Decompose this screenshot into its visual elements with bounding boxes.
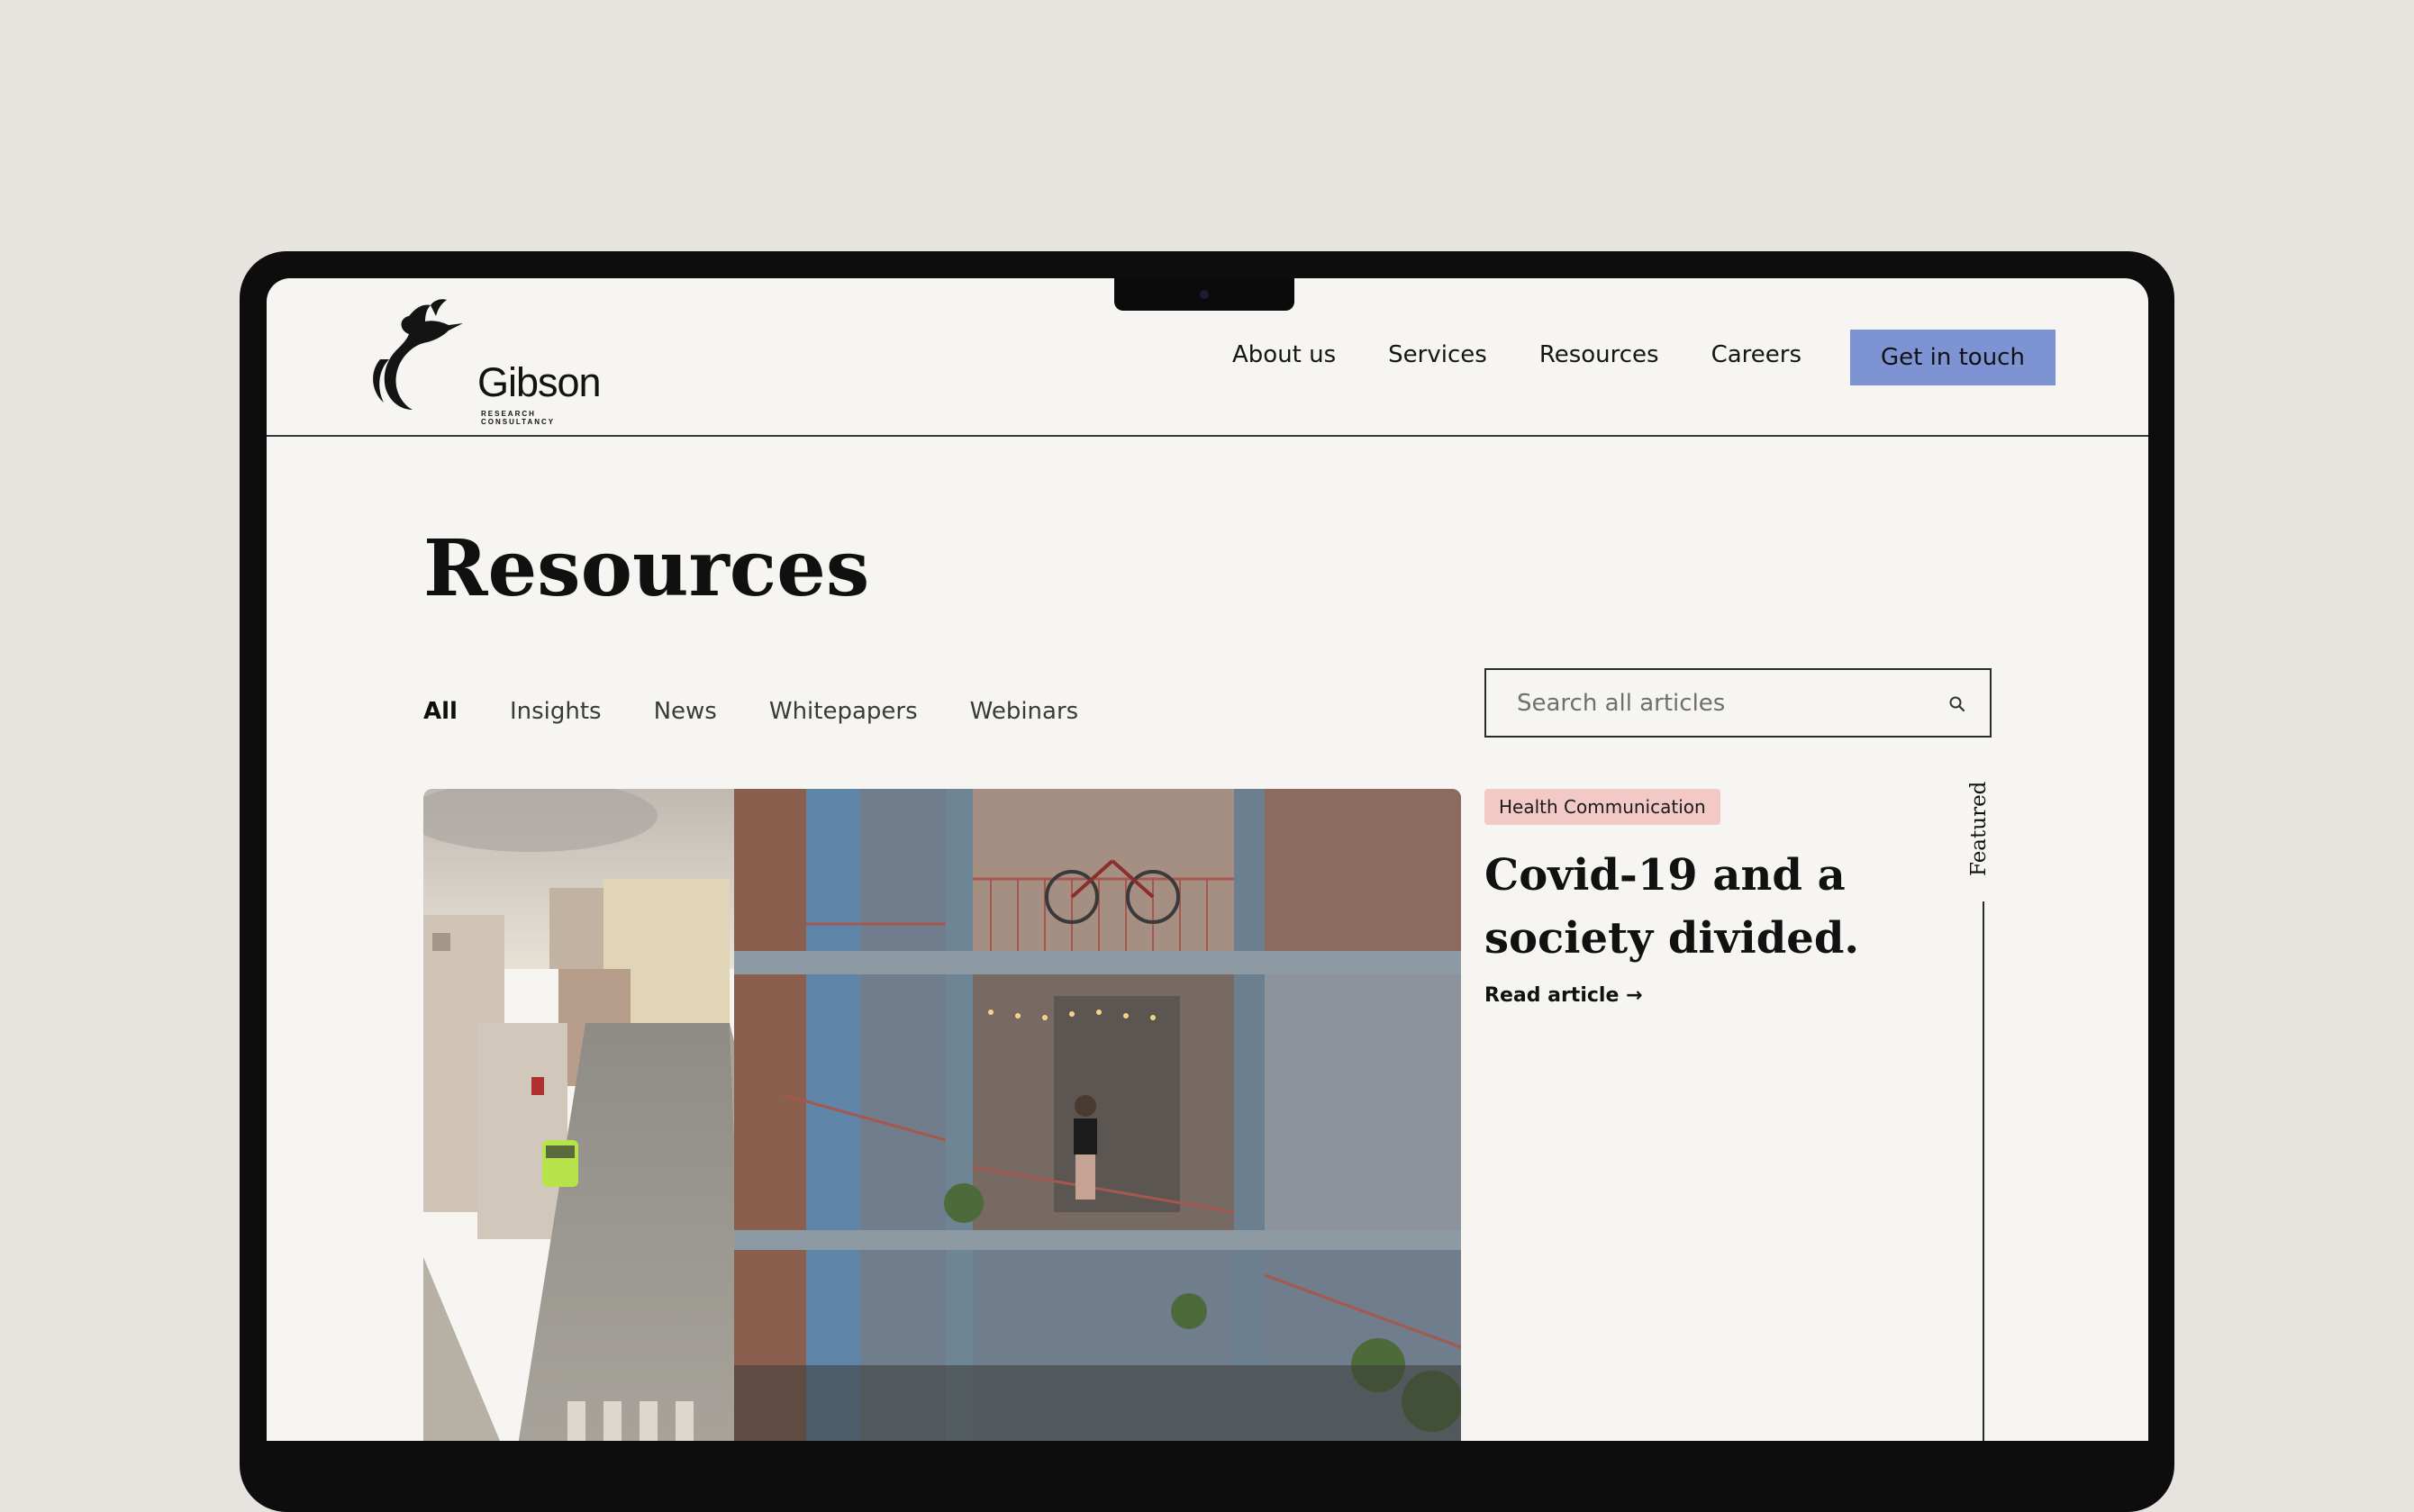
article-title[interactable]: Covid-19 and a society divided. xyxy=(1484,844,1881,970)
street-balcony-photo xyxy=(423,789,1461,1441)
featured-label: Featured xyxy=(1967,781,1991,876)
search-box xyxy=(1484,668,1992,738)
filter-webinars[interactable]: Webinars xyxy=(970,698,1079,725)
filter-whitepapers[interactable]: Whitepapers xyxy=(769,698,918,725)
filter-insights[interactable]: Insights xyxy=(510,698,602,725)
browser-screen: Gibson RESEARCH CONSULTANCY About us Ser… xyxy=(267,278,2148,1441)
page-title: Resources xyxy=(423,523,870,614)
brand-name: Gibson xyxy=(477,359,602,405)
featured-divider xyxy=(1983,901,1984,1441)
read-article-link[interactable]: Read article → xyxy=(1484,984,1642,1007)
search-input[interactable] xyxy=(1486,670,1990,736)
featured-article-image[interactable] xyxy=(423,789,1461,1441)
nav-item-services[interactable]: Services xyxy=(1388,341,1487,368)
filter-all[interactable]: All xyxy=(423,698,458,725)
camera-icon xyxy=(1200,290,1209,299)
article-title-line-2: society divided. xyxy=(1484,913,1860,964)
filter-news[interactable]: News xyxy=(654,698,717,725)
resources-page: Resources All Insights News Whitepapers … xyxy=(267,437,2148,1441)
search-icon[interactable] xyxy=(1947,693,1968,715)
category-tag[interactable]: Health Communication xyxy=(1484,789,1720,825)
main-nav: About us Services Resources Careers xyxy=(1232,341,1854,368)
brand-tagline: RESEARCH CONSULTANCY xyxy=(481,410,556,426)
nav-item-careers[interactable]: Careers xyxy=(1711,341,1801,368)
brand-logo[interactable]: Gibson RESEARCH CONSULTANCY xyxy=(353,298,602,426)
nav-item-about-us[interactable]: About us xyxy=(1232,341,1336,368)
get-in-touch-button[interactable]: Get in touch xyxy=(1850,330,2056,385)
category-filters: All Insights News Whitepapers Webinars xyxy=(423,698,1130,725)
camera-notch xyxy=(1114,278,1294,311)
nav-item-resources[interactable]: Resources xyxy=(1539,341,1659,368)
article-title-line-1: Covid-19 and a xyxy=(1484,850,1846,901)
